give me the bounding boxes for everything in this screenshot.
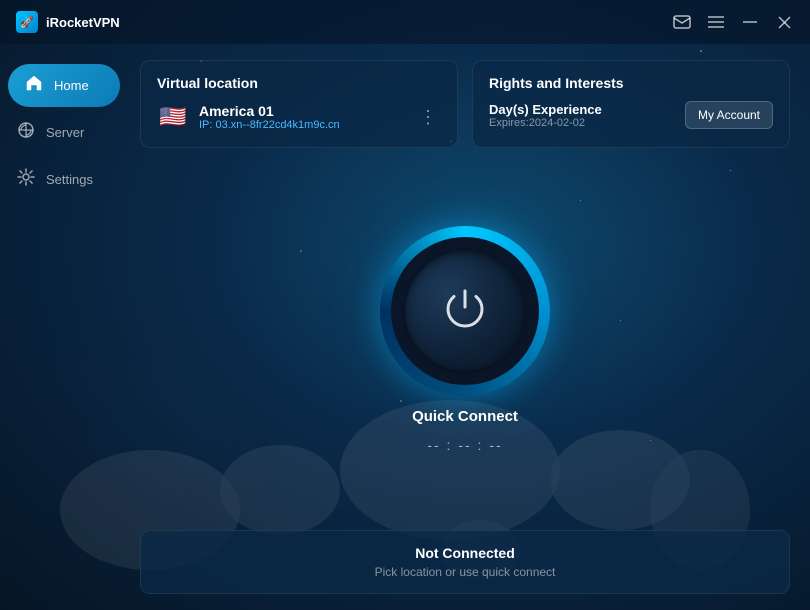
main-layout: Home Server Settings (0, 44, 810, 610)
rights-card: Rights and Interests Day(s) Experience E… (472, 60, 790, 148)
power-ring-middle (391, 237, 539, 385)
rights-text: Day(s) Experience Expires:2024-02-02 (489, 102, 602, 129)
titlebar: 🚀 iRocketVPN (0, 0, 810, 44)
status-subtitle: Pick location or use quick connect (157, 565, 773, 579)
rights-plan-label: Day(s) Experience (489, 102, 602, 117)
settings-label: Settings (46, 172, 93, 187)
server-label: Server (46, 125, 84, 140)
location-text: America 01 IP: 03.xn--8fr22cd4k1m9c.cn (199, 103, 340, 131)
virtual-location-card: Virtual location 🇺🇸 America 01 IP: 03.xn… (140, 60, 458, 148)
minimize-icon[interactable] (740, 12, 760, 32)
top-cards: Virtual location 🇺🇸 America 01 IP: 03.xn… (140, 60, 790, 148)
settings-icon (16, 168, 36, 191)
sidebar-item-settings[interactable]: Settings (0, 158, 120, 201)
power-icon (443, 285, 487, 336)
mail-icon[interactable] (672, 12, 692, 32)
sidebar-item-server[interactable]: Server (0, 111, 120, 154)
sidebar: Home Server Settings (0, 44, 130, 610)
power-area: Quick Connect -- : -- : -- (140, 160, 790, 518)
home-label: Home (54, 78, 89, 93)
server-icon (16, 121, 36, 144)
titlebar-left: 🚀 iRocketVPN (16, 11, 120, 33)
rights-title: Rights and Interests (489, 75, 773, 91)
sidebar-item-home[interactable]: Home (8, 64, 120, 107)
power-ring-outer (380, 226, 550, 396)
menu-icon[interactable] (706, 12, 726, 32)
my-account-button[interactable]: My Account (685, 101, 773, 129)
status-bar: Not Connected Pick location or use quick… (140, 530, 790, 594)
app-title: iRocketVPN (46, 15, 120, 30)
app-logo: 🚀 (16, 11, 38, 33)
close-icon[interactable] (774, 12, 794, 32)
timer-display: -- : -- : -- (427, 437, 502, 453)
status-title: Not Connected (157, 545, 773, 561)
rights-expiry: Expires:2024-02-02 (489, 117, 602, 129)
rights-content: Day(s) Experience Expires:2024-02-02 My … (489, 101, 773, 129)
location-info: 🇺🇸 America 01 IP: 03.xn--8fr22cd4k1m9c.c… (157, 101, 441, 133)
country-flag: 🇺🇸 (157, 101, 189, 133)
location-ip: IP: 03.xn--8fr22cd4k1m9c.cn (199, 119, 340, 131)
virtual-location-title: Virtual location (157, 75, 441, 91)
power-button[interactable] (405, 251, 525, 371)
location-left: 🇺🇸 America 01 IP: 03.xn--8fr22cd4k1m9c.c… (157, 101, 340, 133)
home-icon (24, 74, 44, 97)
quick-connect-label: Quick Connect (412, 408, 518, 425)
more-options-icon[interactable]: ⋮ (415, 103, 441, 132)
location-name: America 01 (199, 103, 340, 119)
titlebar-controls (672, 12, 794, 32)
content-area: Virtual location 🇺🇸 America 01 IP: 03.xn… (130, 44, 810, 610)
